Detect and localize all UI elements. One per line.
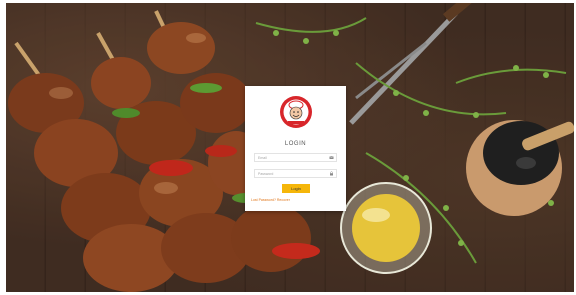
lock-icon (330, 171, 333, 176)
login-button[interactable]: Login (282, 184, 310, 193)
password-field[interactable] (254, 169, 337, 178)
envelope-icon (329, 156, 334, 159)
page-frame: LOGIN Login Lost Password? Recover (0, 0, 576, 295)
chef-mascot-logo (280, 96, 312, 128)
login-title: LOGIN (284, 141, 307, 147)
email-input[interactable] (255, 154, 328, 161)
password-input[interactable] (255, 170, 328, 177)
forgot-password-link[interactable]: Lost Password? Recover (251, 198, 290, 202)
email-field[interactable] (254, 153, 337, 162)
